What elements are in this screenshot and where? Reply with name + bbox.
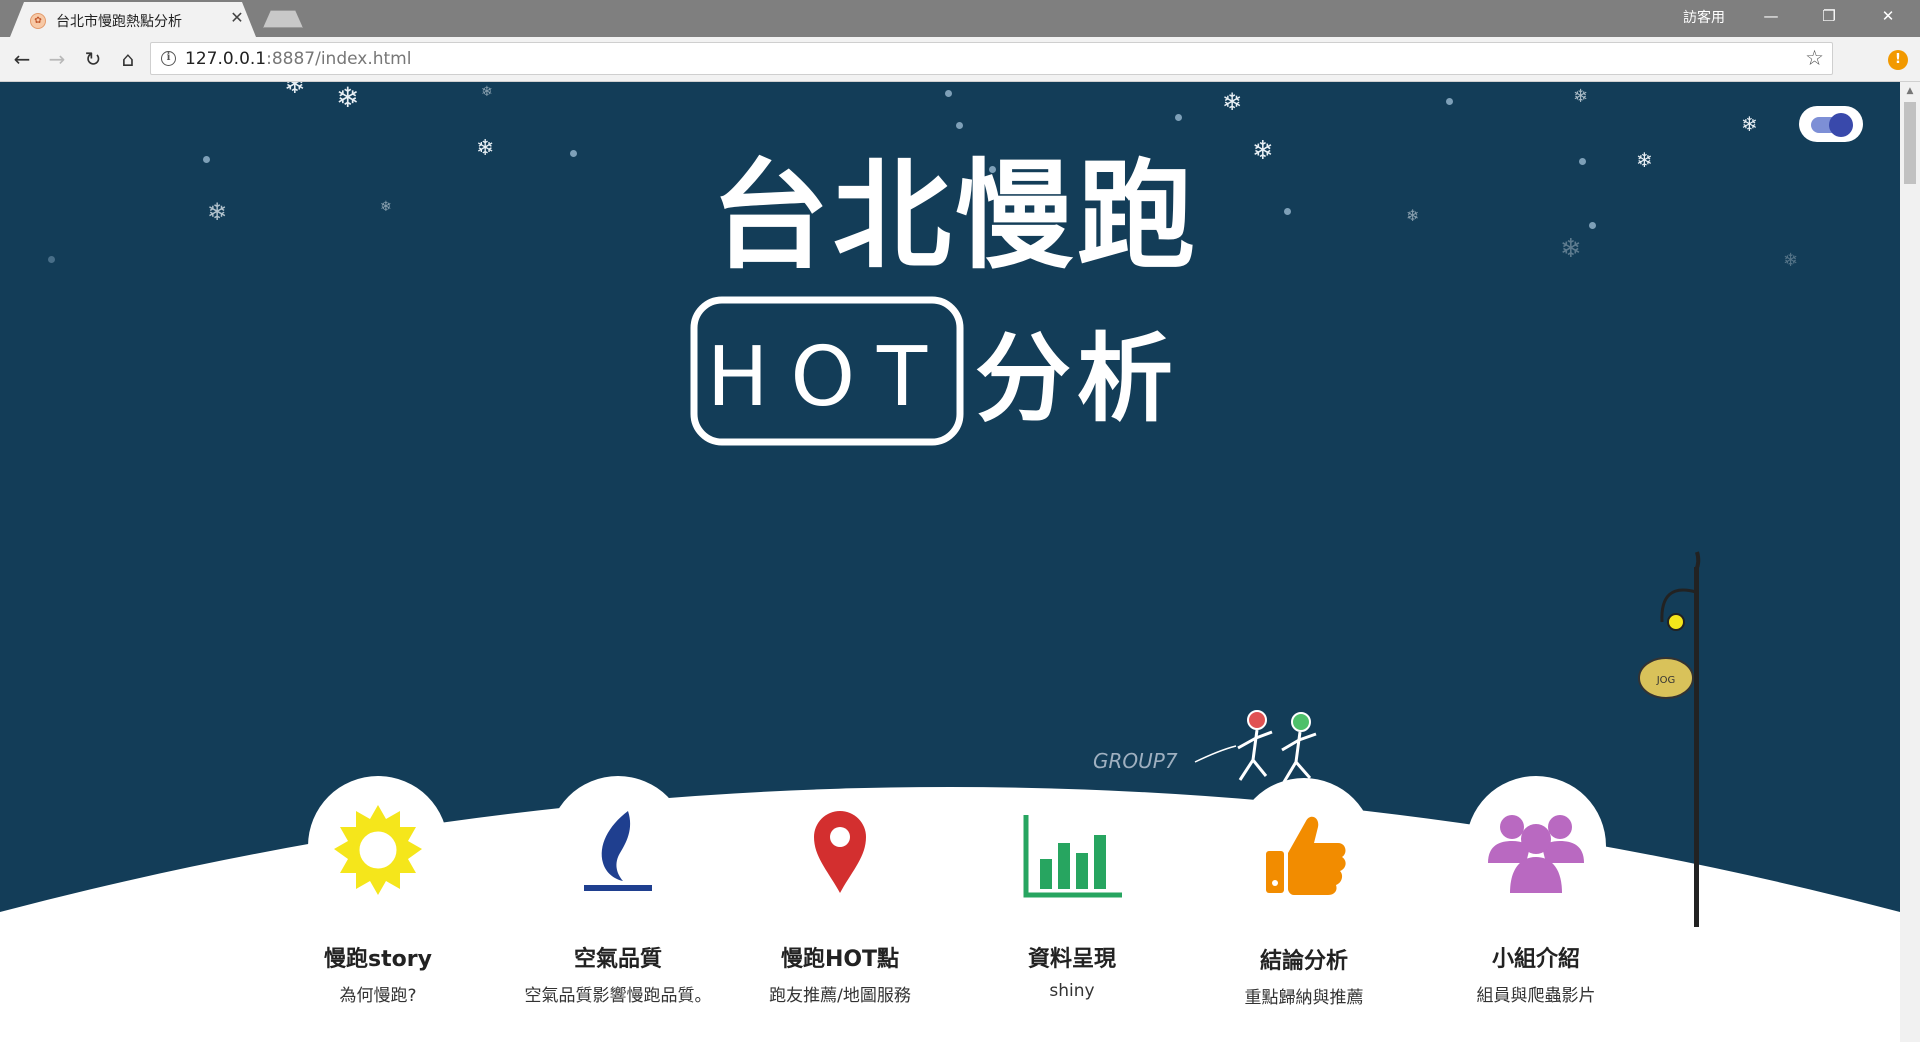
group-icon (1488, 815, 1584, 893)
browser-toolbar: ← → ↻ ⌂ i 127.0.0.1:8887/index.html ☆ ! (0, 37, 1920, 82)
site-info-icon[interactable]: i (161, 51, 176, 66)
feature-title: 資料呈現 (1027, 947, 1116, 972)
url-host: 127.0.0.1 (185, 49, 267, 69)
scroll-up-arrow-icon[interactable]: ▲ (1900, 82, 1920, 100)
bookmark-star-icon[interactable]: ☆ (1805, 46, 1824, 70)
extension-alert-icon[interactable]: ! (1888, 50, 1908, 70)
map-pin-icon (814, 811, 866, 893)
feature-row: 慢跑story 為何慢跑? 空氣品質 空氣品質影響慢跑品質。 慢跑HOT點 跑友… (0, 82, 1900, 1042)
feature-title: 慢跑story (324, 947, 432, 972)
feature-subtitle: 為何慢跑? (339, 986, 417, 1006)
close-window-button[interactable]: ✕ (1860, 0, 1916, 32)
feature-subtitle: 組員與爬蟲影片 (1476, 986, 1596, 1006)
restore-button[interactable]: ❐ (1801, 0, 1857, 32)
feature-title: 結論分析 (1259, 949, 1348, 974)
address-bar[interactable]: i 127.0.0.1:8887/index.html ☆ (150, 42, 1833, 75)
back-button[interactable]: ← (8, 45, 36, 73)
feature-title: 空氣品質 (573, 947, 662, 972)
tab-title: 台北市慢跑熱點分析 (56, 14, 182, 30)
browser-tab[interactable]: ✿ 台北市慢跑熱點分析 ✕ (10, 2, 256, 37)
browser-tab-bar: ✿ 台北市慢跑熱點分析 ✕ 訪客用 — ❐ ✕ (0, 0, 1920, 37)
tab-close-icon[interactable]: ✕ (228, 9, 246, 27)
url-text[interactable]: 127.0.0.1:8887/index.html (185, 49, 411, 69)
reload-button[interactable]: ↻ (79, 45, 107, 73)
feature-subtitle: 跑友推薦/地圖服務 (769, 986, 911, 1006)
page-scrollbar[interactable]: ▲ (1900, 82, 1920, 1042)
bar-chart-icon (1023, 815, 1122, 898)
url-path: :8887/index.html (266, 49, 412, 69)
site-favicon-icon: ✿ (30, 13, 46, 29)
feature-subtitle: 空氣品質影響慢跑品質。 (524, 986, 712, 1006)
sun-icon (334, 805, 422, 895)
flame-icon (584, 811, 652, 891)
feature-title: 小組介紹 (1491, 947, 1580, 972)
page-viewport: ❄ ❄ ❄ ❄ ❄ ❄ ❄ ❄ ❄ ❄ ❄ ❄ ❄ ❄ 台北慢跑 HOT 分析 (0, 82, 1900, 1042)
home-button[interactable]: ⌂ (114, 45, 142, 73)
scroll-thumb[interactable] (1904, 102, 1916, 184)
feature-subtitle: shiny (1049, 981, 1095, 1001)
feature-subtitle: 重點歸納與推薦 (1244, 988, 1364, 1008)
thumbs-up-icon (1266, 816, 1346, 895)
feature-title: 慢跑HOT點 (780, 947, 900, 972)
minimize-button[interactable]: — (1743, 0, 1799, 32)
new-tab-button[interactable] (263, 10, 303, 28)
forward-button[interactable]: → (43, 45, 71, 73)
guest-profile-label[interactable]: 訪客用 (1683, 7, 1725, 27)
